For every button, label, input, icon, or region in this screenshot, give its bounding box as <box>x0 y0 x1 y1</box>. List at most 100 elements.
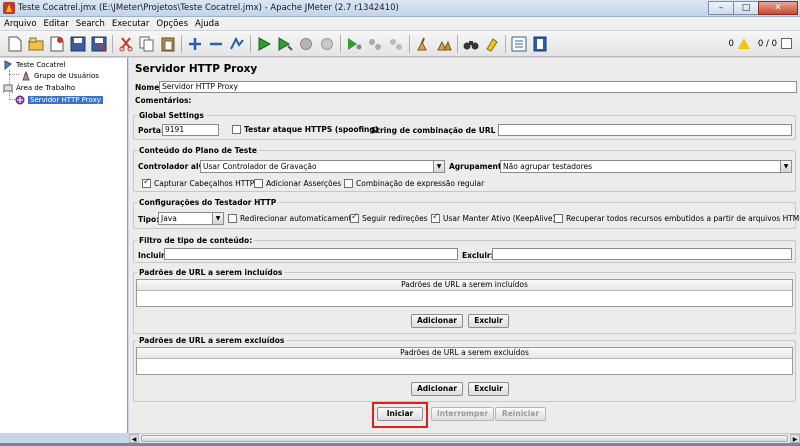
menu-executar[interactable]: Executar <box>112 19 149 29</box>
test-plan-tree: Teste Cocatrel Grupo de Usuários Área de… <box>0 58 128 433</box>
auto-redirect-checkbox[interactable]: Redirecionar automaticamente <box>228 214 356 223</box>
tree-item-thread-group[interactable]: Grupo de Usuários <box>21 70 99 81</box>
stop-icon[interactable] <box>297 35 315 53</box>
save-icon[interactable] <box>90 35 108 53</box>
close-button[interactable]: ✕ <box>758 1 798 15</box>
reset-search-icon[interactable] <box>483 35 501 53</box>
checkbox-box[interactable] <box>431 212 440 223</box>
include-patterns-table[interactable]: Padrões de URL a serem incluídos <box>136 279 793 307</box>
target-controller-select[interactable]: Usar Controlador de Gravação ▼ <box>200 160 445 173</box>
jmeter-logo-icon <box>3 2 15 14</box>
start-button[interactable]: Iniciar <box>377 407 423 421</box>
grouping-select[interactable]: Não agrupar testadores ▼ <box>500 160 792 173</box>
chevron-down-icon[interactable]: ▼ <box>212 213 223 224</box>
remote-exit-icon[interactable] <box>387 35 405 53</box>
start-no-pauses-icon[interactable] <box>276 35 294 53</box>
menu-opcoes[interactable]: Opções <box>156 19 188 29</box>
add-exclude-pattern-button[interactable]: Adicionar <box>411 382 463 396</box>
new-icon[interactable] <box>6 35 24 53</box>
checkbox-box[interactable] <box>344 179 353 188</box>
follow-redirects-checkbox[interactable]: Seguir redireções <box>350 212 428 223</box>
port-input[interactable]: 9191 <box>162 124 219 136</box>
tree-item-workbench[interactable]: Área de Trabalho <box>3 82 75 93</box>
exclude-label: Excluir: <box>462 251 494 260</box>
group-title: Filtro de tipo de conteúdo: <box>137 236 255 245</box>
include-input[interactable] <box>164 248 458 260</box>
include-patterns-group: Padrões de URL a serem incluídos Padrões… <box>133 268 796 334</box>
proxy-config-panel: Servidor HTTP Proxy Nome: Servidor HTTP … <box>129 58 800 433</box>
name-input[interactable]: Servidor HTTP Proxy <box>159 81 797 93</box>
warning-icon[interactable] <box>737 38 750 49</box>
chevron-down-icon[interactable]: ▼ <box>433 161 444 172</box>
group-title: Padrões de URL a serem incluídos <box>137 268 285 277</box>
checkbox-box[interactable] <box>350 212 359 223</box>
copy-icon[interactable] <box>138 35 156 53</box>
shutdown-icon[interactable] <box>318 35 336 53</box>
exclude-patterns-table[interactable]: Padrões de URL a serem excluídos <box>136 347 793 375</box>
collapse-icon[interactable] <box>207 35 225 53</box>
function-helper-icon[interactable] <box>510 35 528 53</box>
menu-ajuda[interactable]: Ajuda <box>195 19 219 29</box>
remove-exclude-pattern-button[interactable]: Excluir <box>468 382 509 396</box>
toolbar-separator <box>112 34 113 53</box>
content-type-filter-group: Filtro de tipo de conteúdo: Incluir: Exc… <box>133 236 796 263</box>
page-title: Servidor HTTP Proxy <box>135 63 258 75</box>
clear-icon[interactable] <box>414 35 432 53</box>
group-title: Padrões de URL a serem excluídos <box>137 336 287 345</box>
scroll-thumb[interactable] <box>141 435 788 442</box>
keepalive-checkbox[interactable]: Usar Manter Ativo (KeepAlive) <box>431 212 555 223</box>
tree-item-proxy-server[interactable]: Servidor HTTP Proxy <box>15 94 103 105</box>
capture-headers-checkbox[interactable]: Capturar Cabeçalhos HTTP <box>142 177 254 188</box>
tree-item-test-plan[interactable]: Teste Cocatrel <box>3 59 65 70</box>
help-icon[interactable] <box>531 35 549 53</box>
start-icon[interactable] <box>255 35 273 53</box>
menu-editar[interactable]: Editar <box>44 19 69 29</box>
toolbar-separator <box>409 34 410 53</box>
clear-all-icon[interactable] <box>435 35 453 53</box>
checkbox-label: Adicionar Asserções <box>266 179 342 188</box>
menu-search[interactable]: Search <box>76 19 105 29</box>
restart-button[interactable]: Reiniciar <box>495 407 546 421</box>
exclude-patterns-group: Padrões de URL a serem excluídos Padrões… <box>133 336 796 402</box>
regex-matching-checkbox[interactable]: Combinação de expressão regular <box>344 179 484 188</box>
url-match-input[interactable] <box>498 124 792 136</box>
search-binoculars-icon[interactable] <box>462 35 480 53</box>
tree-item-label: Área de Trabalho <box>16 83 76 92</box>
expand-icon[interactable] <box>186 35 204 53</box>
templates-icon[interactable] <box>27 35 45 53</box>
menu-arquivo[interactable]: Arquivo <box>4 19 37 29</box>
checkbox-box[interactable] <box>254 179 263 188</box>
stop-button[interactable]: Interromper <box>431 407 494 421</box>
open-icon[interactable] <box>48 35 66 53</box>
horizontal-scrollbar[interactable]: ◀ ▶ <box>129 433 800 443</box>
sampler-type-select[interactable]: Java ▼ <box>158 212 224 225</box>
chevron-down-icon[interactable]: ▼ <box>780 161 791 172</box>
checkbox-box[interactable] <box>554 214 563 223</box>
minimize-button[interactable]: – <box>708 1 734 15</box>
toolbar-separator <box>505 34 506 53</box>
checkbox-box[interactable] <box>142 177 151 188</box>
exclude-input[interactable] <box>492 248 792 260</box>
add-assertions-checkbox[interactable]: Adicionar Asserções <box>254 179 341 188</box>
paste-icon[interactable] <box>159 35 177 53</box>
select-value: Não agrupar testadores <box>503 162 592 171</box>
remote-stop-icon[interactable] <box>366 35 384 53</box>
scroll-right-icon[interactable]: ▶ <box>790 434 800 443</box>
cut-icon[interactable] <box>117 35 135 53</box>
warnings-count: 0 <box>728 38 734 49</box>
maximize-button[interactable]: □ <box>733 1 759 15</box>
toggle-icon[interactable] <box>228 35 246 53</box>
close-file-icon[interactable] <box>69 35 87 53</box>
add-include-pattern-button[interactable]: Adicionar <box>411 314 463 328</box>
remote-start-icon[interactable] <box>345 35 363 53</box>
title-bar: Teste Cocatrel.jmx (E:\JMeter\Projetos\T… <box>0 0 800 17</box>
checkbox-box[interactable] <box>228 214 237 223</box>
https-spoofing-checkbox[interactable]: Testar ataque HTTPS (spoofing) <box>232 125 378 134</box>
toolbar: 0 0 / 0 <box>0 31 800 57</box>
table-header: Padrões de URL a serem incluídos <box>137 280 792 291</box>
retrieve-embedded-checkbox[interactable]: Recuperar todos recursos embutidos a par… <box>554 214 800 223</box>
tree-connector <box>9 74 19 75</box>
remove-include-pattern-button[interactable]: Excluir <box>468 314 509 328</box>
checkbox-box[interactable] <box>232 125 241 134</box>
scroll-left-icon[interactable]: ◀ <box>129 434 139 443</box>
